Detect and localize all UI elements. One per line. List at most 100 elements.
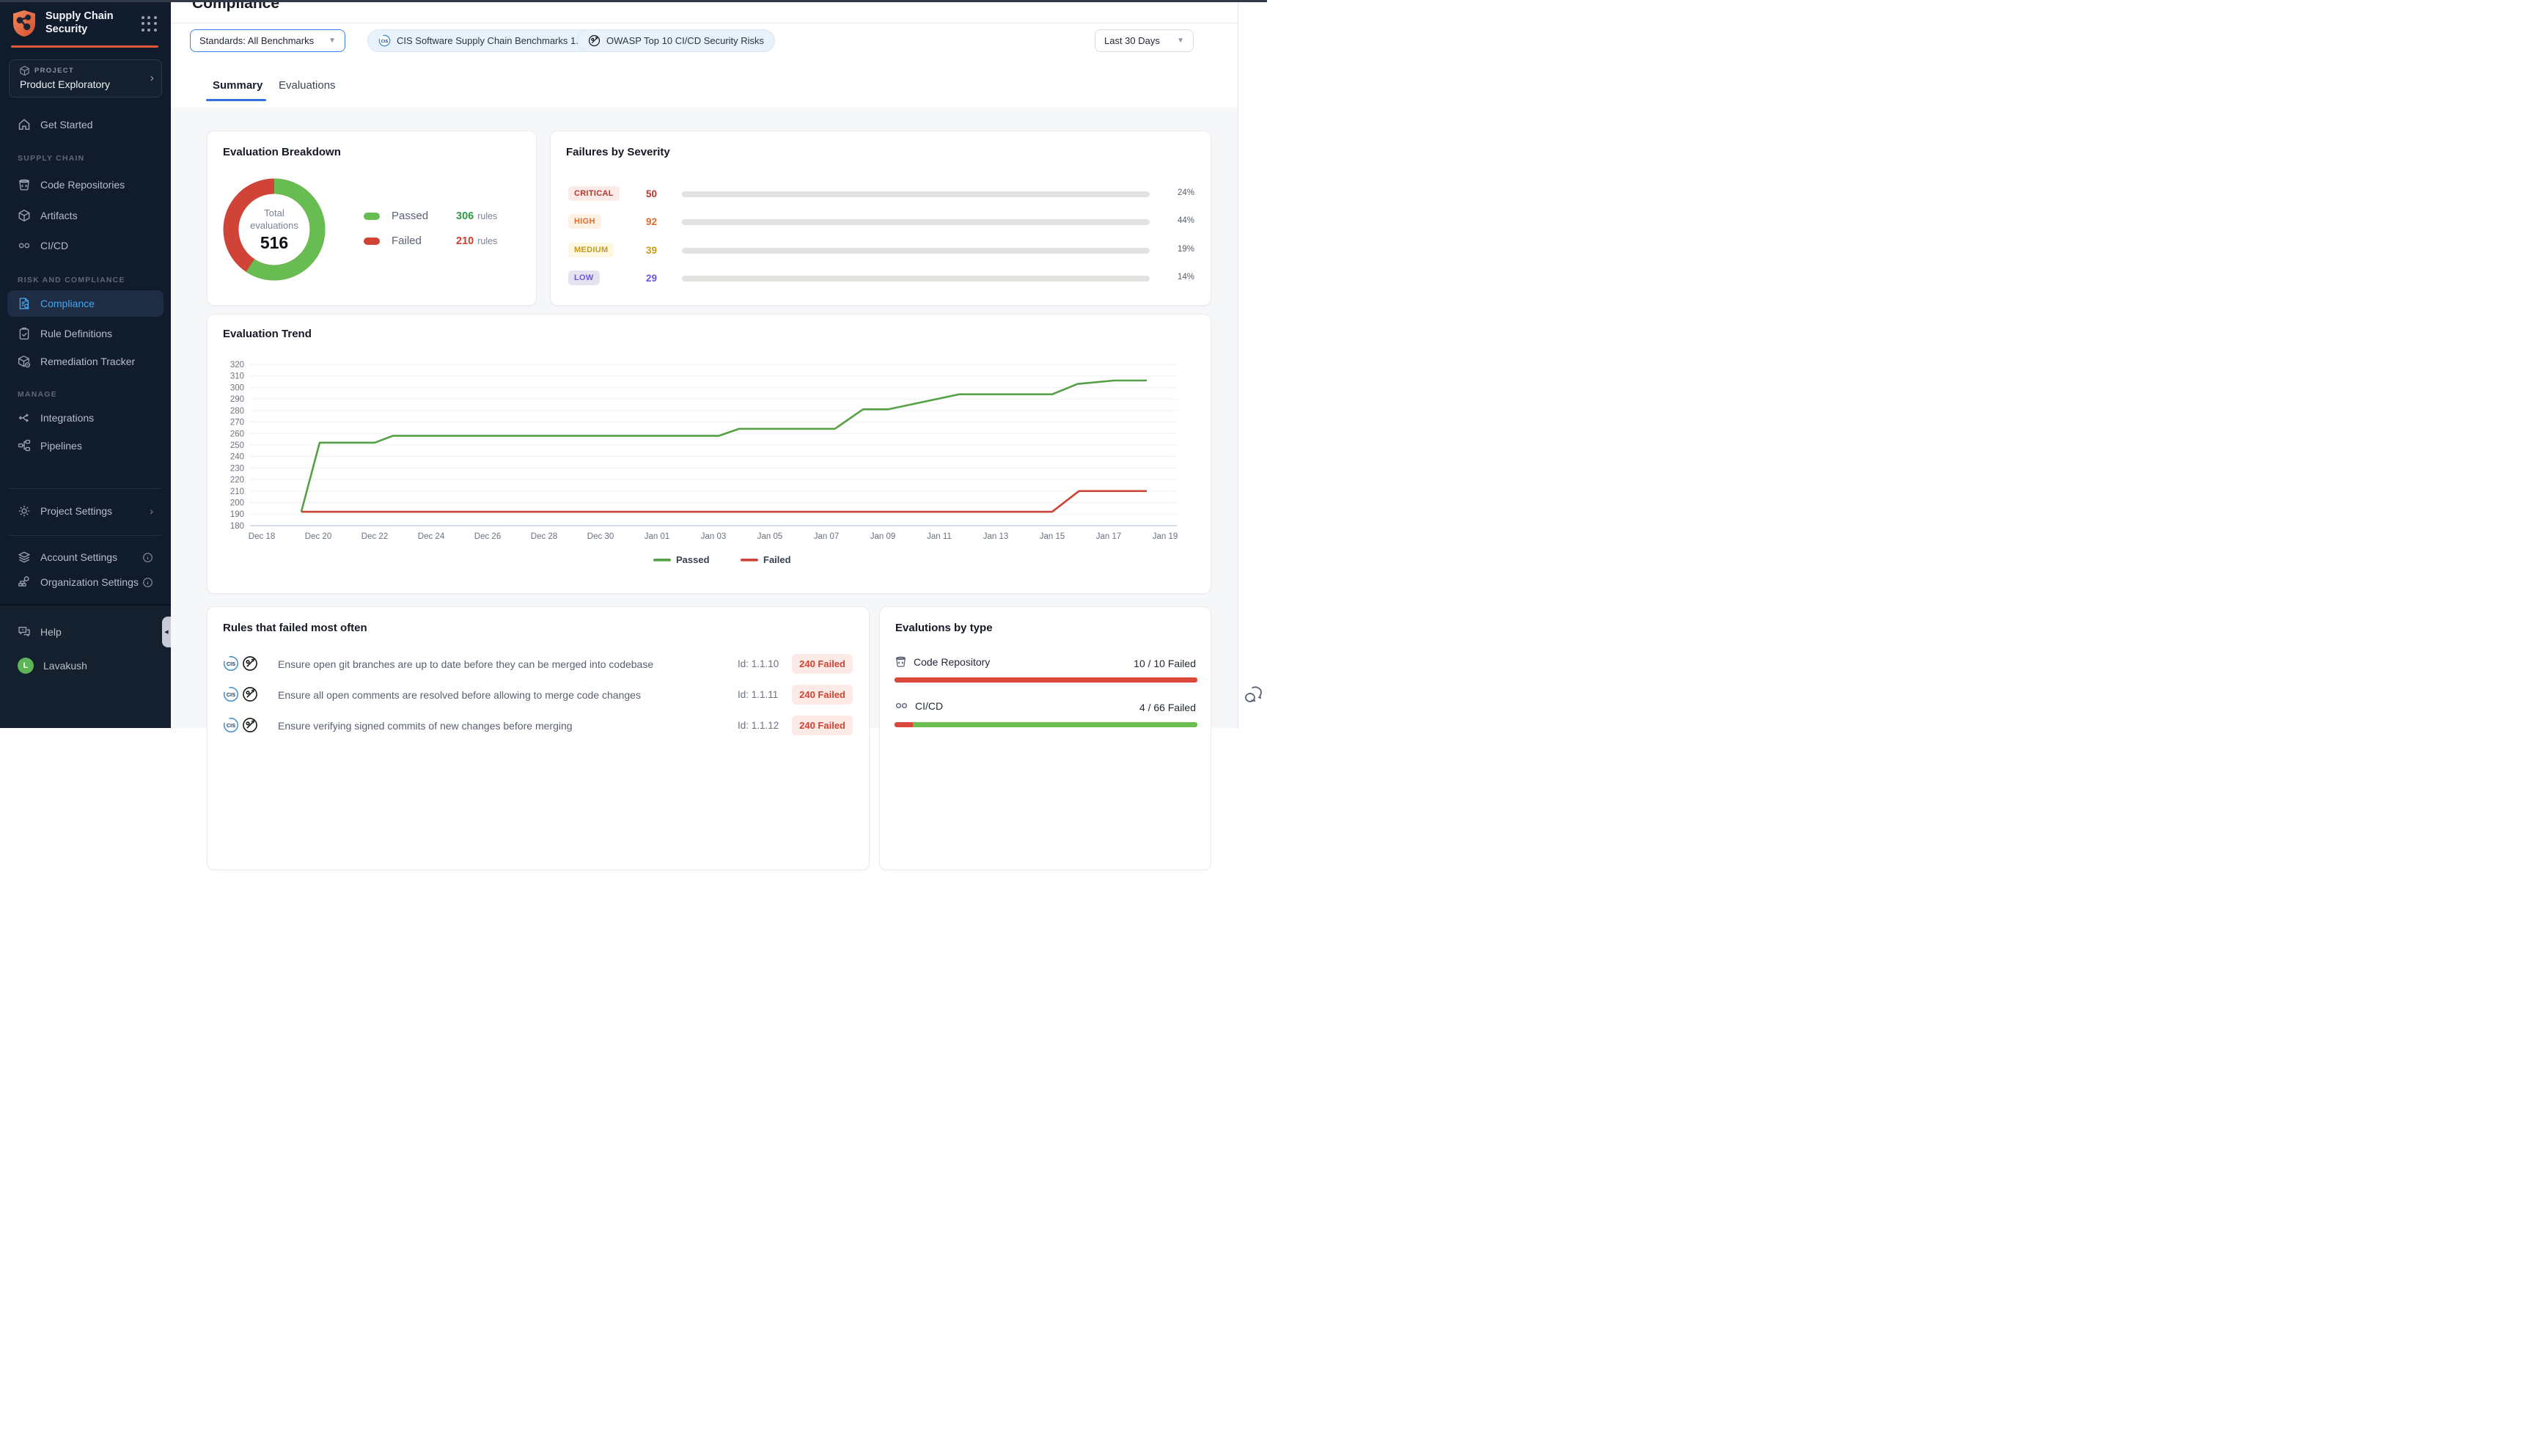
main-area: Compliance Standards: All Benchmarks ▼ C…: [171, 0, 1238, 728]
y-axis-tick: 200: [230, 499, 244, 508]
help-chat-icon: [18, 625, 31, 639]
remediation-box-icon: [18, 355, 31, 368]
gear-icon: [18, 504, 31, 518]
info-icon: [142, 552, 153, 563]
sidebar-item-label: Help: [40, 626, 62, 638]
project-label: PROJECT: [34, 67, 74, 75]
app-switcher-grid-icon[interactable]: [142, 16, 158, 32]
sidebar-item-project-settings[interactable]: Project Settings ›: [7, 498, 164, 524]
rule-text: Ensure all open comments are resolved be…: [278, 689, 641, 701]
sidebar-section-manage: MANAGE: [18, 390, 57, 399]
tab-summary[interactable]: Summary: [213, 79, 262, 92]
rule-row[interactable]: CIS Ensure open git branches are up to d…: [208, 652, 870, 682]
sidebar-item-label: Pipelines: [40, 440, 82, 452]
y-axis-tick: 220: [230, 476, 244, 485]
cis-logo-icon: CIS: [223, 717, 239, 733]
project-selector[interactable]: PROJECT Product Exploratory ›: [9, 59, 162, 98]
sidebar-item-account-settings[interactable]: Account Settings: [7, 544, 164, 570]
sidebar-item-label: Get Started: [40, 119, 93, 130]
card-title: Rules that failed most often: [223, 622, 367, 634]
date-range-select[interactable]: Last 30 Days ▼: [1095, 29, 1194, 52]
home-icon: [18, 118, 31, 131]
type-status: 4 / 66 Failed: [1139, 702, 1196, 713]
type-bar-failed-segment: [895, 677, 1197, 683]
y-axis-tick: 180: [230, 522, 244, 531]
sidebar-item-rule-definitions[interactable]: Rule Definitions: [7, 320, 164, 347]
x-axis-tick: Dec 28: [531, 532, 557, 541]
sidebar-item-label: Rule Definitions: [40, 328, 112, 339]
sidebar-item-compliance[interactable]: Compliance: [7, 290, 164, 317]
sidebar-item-cicd[interactable]: CI/CD: [7, 232, 164, 259]
sidebar-item-get-started[interactable]: Get Started: [7, 111, 164, 138]
rule-failed-badge: 240 Failed: [792, 685, 853, 705]
chevron-right-icon: ›: [150, 505, 153, 517]
integrations-share-icon: [18, 411, 31, 424]
severity-row-high: HIGH 92 44%: [551, 211, 1212, 233]
cis-logo-icon: CIS: [378, 34, 391, 47]
evaluation-breakdown-card: Evaluation Breakdown Total evaluations 5…: [207, 130, 537, 306]
tab-evaluations[interactable]: Evaluations: [279, 79, 336, 92]
date-range-value: Last 30 Days: [1104, 35, 1160, 46]
y-axis-tick: 290: [230, 395, 244, 404]
x-axis-tick: Jan 19: [1153, 532, 1178, 541]
user-name: Lavakush: [43, 660, 87, 672]
legend-swatch: [653, 559, 671, 562]
standards-filter-select[interactable]: Standards: All Benchmarks ▼: [190, 29, 345, 52]
y-axis-tick: 320: [230, 361, 244, 369]
severity-badge: LOW: [568, 271, 600, 285]
x-axis-tick: Dec 24: [418, 532, 445, 541]
evaluation-trend-line-chart: 3203103002902802702602502402302202102001…: [208, 315, 1211, 593]
sidebar-user[interactable]: L Lavakush: [7, 652, 164, 679]
x-axis-tick: Jan 17: [1096, 532, 1122, 541]
type-status: 10 / 10 Failed: [1134, 658, 1196, 669]
code-repository-icon: [18, 178, 31, 191]
sidebar-item-pipelines[interactable]: Pipelines: [7, 433, 164, 459]
owasp-chip[interactable]: OWASP Top 10 CI/CD Security Risks: [577, 29, 775, 52]
org-settings-icon: [18, 576, 31, 589]
cis-benchmark-chip[interactable]: CIS CIS Software Supply Chain Benchmarks…: [367, 29, 595, 52]
artifact-box-icon: [18, 209, 31, 222]
rule-id: Id: 1.1.11: [738, 689, 778, 700]
severity-percent: 44%: [1178, 216, 1194, 225]
card-title: Evaluation Breakdown: [223, 146, 341, 158]
rule-row[interactable]: CIS Ensure verifying signed commits of n…: [208, 714, 870, 743]
type-bar-code-repository: [895, 677, 1197, 683]
x-axis-tick: Jan 09: [870, 532, 896, 541]
y-axis-tick: 230: [230, 464, 244, 473]
legend-label: Failed: [392, 235, 456, 247]
rule-row[interactable]: CIS Ensure all open comments are resolve…: [208, 683, 870, 713]
chevron-down-icon: ▼: [328, 37, 336, 45]
x-axis-tick: Jan 11: [927, 532, 952, 541]
x-axis-tick: Dec 22: [361, 532, 388, 541]
x-axis-tick: Dec 30: [587, 532, 614, 541]
sidebar-collapse-handle[interactable]: ◀: [162, 617, 171, 647]
sidebar-item-artifacts[interactable]: Artifacts: [7, 202, 164, 229]
sidebar: Supply Chain Security PROJECT Product Ex…: [0, 0, 171, 728]
legend-label: Failed: [763, 554, 791, 565]
sidebar-item-integrations[interactable]: Integrations: [7, 405, 164, 431]
sidebar-item-help[interactable]: Help: [7, 619, 164, 645]
sidebar-item-organization-settings[interactable]: Organization Settings: [7, 569, 164, 595]
sidebar-section-risk-and-compliance: RISK AND COMPLIANCE: [18, 276, 125, 284]
legend-item-passed: Passed 306 rules: [364, 210, 525, 222]
sidebar-item-code-repositories[interactable]: Code Repositories: [7, 172, 164, 198]
legend-label: Passed: [392, 210, 456, 222]
owasp-logo-icon: [242, 717, 258, 733]
svg-text:CIS: CIS: [227, 661, 235, 667]
scrollbar-gutter[interactable]: [1238, 0, 1267, 728]
sidebar-item-remediation-tracker[interactable]: Remediation Tracker: [7, 348, 164, 375]
severity-bar-track: [682, 191, 1150, 197]
chat-support-icon[interactable]: [1244, 683, 1265, 704]
project-cube-icon: [19, 65, 30, 76]
y-axis-tick: 190: [230, 510, 244, 519]
donut-center-total: Total evaluations 516: [223, 178, 326, 281]
severity-percent: 19%: [1178, 245, 1194, 254]
chip-label: CIS Software Supply Chain Benchmarks 1.0: [397, 35, 584, 46]
project-name: Product Exploratory: [20, 78, 110, 90]
series-failed: [301, 491, 1147, 512]
legend-swatch: [741, 559, 758, 562]
legend-label: Passed: [676, 554, 710, 565]
type-label-code-repository: Code Repository: [895, 655, 990, 668]
passed-count: 306: [456, 210, 474, 222]
sidebar-header: Supply Chain Security: [0, 0, 171, 47]
